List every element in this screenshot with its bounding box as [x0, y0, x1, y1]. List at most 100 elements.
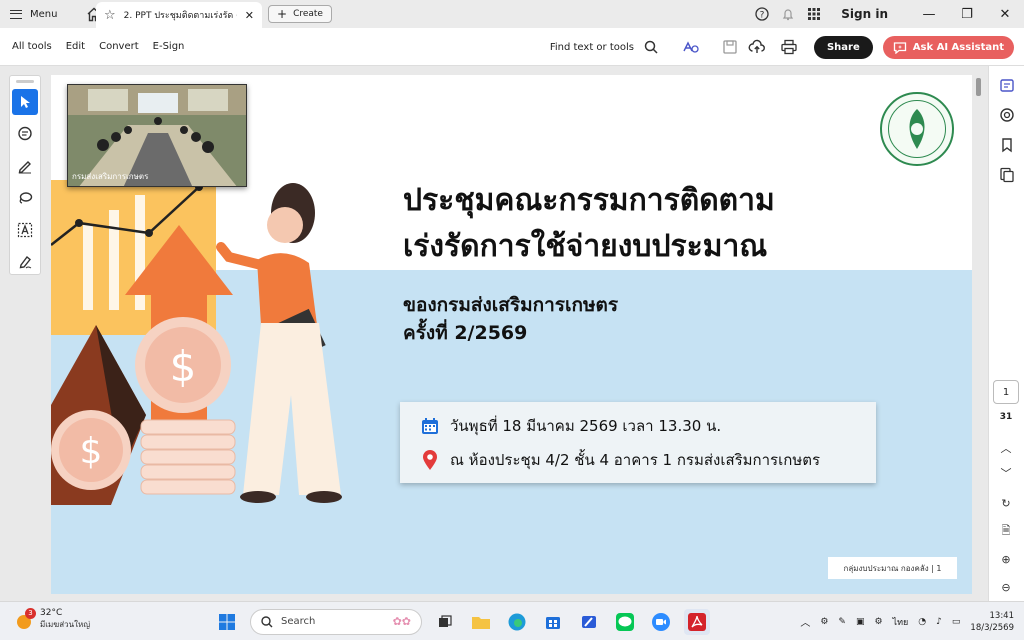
menu-button[interactable]: Menu [0, 0, 67, 28]
comments-panel-button[interactable] [989, 100, 1024, 130]
folder-icon [472, 616, 490, 629]
svg-text:$: $ [80, 431, 103, 472]
upload-cloud-icon[interactable] [748, 39, 766, 55]
calendar-icon [422, 418, 438, 434]
page-export-button[interactable]: 🗎 [993, 520, 1019, 542]
plus-icon: + [277, 7, 288, 21]
ai-panel-button[interactable] [989, 70, 1024, 100]
bookmark-icon [1002, 138, 1012, 153]
search-icon[interactable] [644, 40, 658, 54]
apps-grid-icon[interactable] [801, 0, 827, 28]
date-row: วันพุธที่ 18 มีนาคม 2569 เวลา 13.30 น. [420, 414, 721, 438]
screen-tool-icon[interactable]: ▣ [856, 617, 865, 627]
network-status-icon[interactable]: ⚙ [820, 617, 828, 627]
zoom-button[interactable] [648, 609, 674, 635]
create-button[interactable]: + Create [268, 5, 332, 23]
minimize-button[interactable]: — [910, 0, 948, 28]
total-pages: 31 [999, 412, 1013, 422]
save-icon[interactable] [722, 39, 738, 55]
select-tool[interactable] [12, 89, 38, 115]
main-toolbar: All tools Edit Convert E-Sign Find text … [0, 28, 1024, 66]
start-button[interactable] [214, 609, 240, 635]
line-button[interactable] [612, 609, 638, 635]
pages-panel-button[interactable] [989, 160, 1024, 190]
star-icon[interactable]: ☆ [104, 8, 116, 23]
taskview-button[interactable] [432, 609, 458, 635]
store-button[interactable] [540, 609, 566, 635]
edge-button[interactable] [504, 609, 530, 635]
text-tool[interactable] [12, 217, 38, 243]
meeting-location-text: ณ ห้องประชุม 4/2 ชั้น 4 อาคาร 1 กรมส่งเส… [450, 451, 821, 469]
volume-icon[interactable]: ♪ [936, 617, 942, 627]
toolbar-all-tools[interactable]: All tools [12, 41, 52, 52]
help-icon[interactable]: ? [749, 0, 775, 28]
task-view-icon [439, 614, 452, 627]
weather-badge: 3 [25, 607, 36, 619]
maximize-button[interactable]: ❐ [948, 0, 986, 28]
pen-menu-icon[interactable]: ✎ [838, 617, 846, 627]
clock[interactable]: 13:41 18/3/2569 [970, 610, 1014, 634]
chevron-down-icon: ﹀ [1000, 467, 1012, 480]
lasso-icon [19, 192, 33, 204]
at-comment-icon [1000, 108, 1014, 122]
toolbar-edit[interactable]: Edit [66, 41, 85, 52]
taskbar-search[interactable]: Search ✿✿ [250, 608, 422, 635]
comment-icon [18, 126, 32, 141]
wifi-icon[interactable]: ◔ [918, 617, 926, 627]
comment-tool[interactable] [12, 121, 38, 147]
department-logo [880, 92, 954, 166]
slide-title-line1: ประชุมคณะกรรมการติดตาม [403, 183, 775, 218]
next-page-button[interactable]: ﹀ [993, 462, 1019, 484]
toolbar-esign[interactable]: E-Sign [153, 41, 185, 52]
zoom-out-button[interactable]: ⊖ [993, 576, 1019, 598]
store-icon [546, 616, 560, 629]
close-window-button[interactable]: ✕ [986, 0, 1024, 28]
cursor-arrow-icon [21, 96, 30, 108]
meeting-date-text: วันพุธที่ 18 มีนาคม 2569 เวลา 13.30 น. [450, 417, 722, 435]
location-pin-icon [423, 450, 437, 470]
reading-tools-icon[interactable] [682, 39, 700, 55]
share-button[interactable]: Share [813, 35, 873, 59]
line-chat-icon [616, 612, 634, 631]
battery-icon[interactable]: ▭ [952, 617, 961, 627]
sign-in-link[interactable]: Sign in [841, 7, 888, 21]
windows-icon [219, 613, 235, 630]
panel-grip[interactable] [16, 80, 34, 83]
hamburger-icon [10, 9, 22, 19]
document-tab[interactable]: ☆ 2. PPT ประชุมติดตามเร่งรัด ค... ✕ [96, 2, 262, 28]
highlight-tool[interactable] [12, 153, 38, 179]
draw-tool[interactable] [12, 185, 38, 211]
slide-subtitle-line2: ครั้งที่ 2/2569 [403, 322, 528, 344]
ask-ai-button[interactable]: Ask AI Assistant [882, 35, 1014, 59]
find-text-label[interactable]: Find text or tools [550, 42, 634, 53]
windows-taskbar: 3 32°C มีเมฆส่วนใหญ่ Search ✿✿ ︿ ⚙ ✎ ▣ ⚙… [0, 601, 1024, 640]
bookmarks-panel-button[interactable] [989, 130, 1024, 160]
settings-icon[interactable]: ⚙ [874, 617, 882, 627]
whiteboard-button[interactable] [576, 609, 602, 635]
search-icon [261, 615, 273, 627]
current-page-input[interactable]: 1 [993, 380, 1019, 404]
copy-pages-icon [1000, 167, 1014, 183]
chevron-up-icon: ︿ [1000, 442, 1012, 455]
toolbar-convert[interactable]: Convert [99, 41, 139, 52]
weather-text: 32°C มีเมฆส่วนใหญ่ [40, 608, 90, 631]
bell-icon[interactable] [775, 0, 801, 28]
close-tab-icon[interactable]: ✕ [245, 9, 254, 22]
weather-widget[interactable]: 3 32°C มีเมฆส่วนใหญ่ [14, 607, 90, 631]
zoom-in-button[interactable]: ⊕ [993, 548, 1019, 570]
signature-pen-icon [19, 255, 32, 269]
slide-footer: กลุ่มงบประมาณ กองคลัง | 1 [828, 557, 957, 579]
prev-page-button[interactable]: ︿ [993, 437, 1019, 459]
file-explorer-button[interactable] [468, 609, 494, 635]
print-icon[interactable] [780, 39, 798, 55]
language-indicator[interactable]: ไทย [893, 615, 909, 629]
vertical-scrollbar[interactable] [976, 78, 981, 96]
rotate-button[interactable]: ↻ [993, 492, 1019, 514]
left-tool-panel [9, 75, 41, 275]
sign-tool[interactable] [12, 249, 38, 275]
zoom-in-icon: ⊕ [1001, 552, 1011, 566]
chevron-up-icon[interactable]: ︿ [800, 614, 810, 629]
ask-ai-label: Ask AI Assistant [912, 41, 1004, 53]
acrobat-button[interactable] [684, 608, 710, 635]
create-label: Create [293, 9, 323, 19]
